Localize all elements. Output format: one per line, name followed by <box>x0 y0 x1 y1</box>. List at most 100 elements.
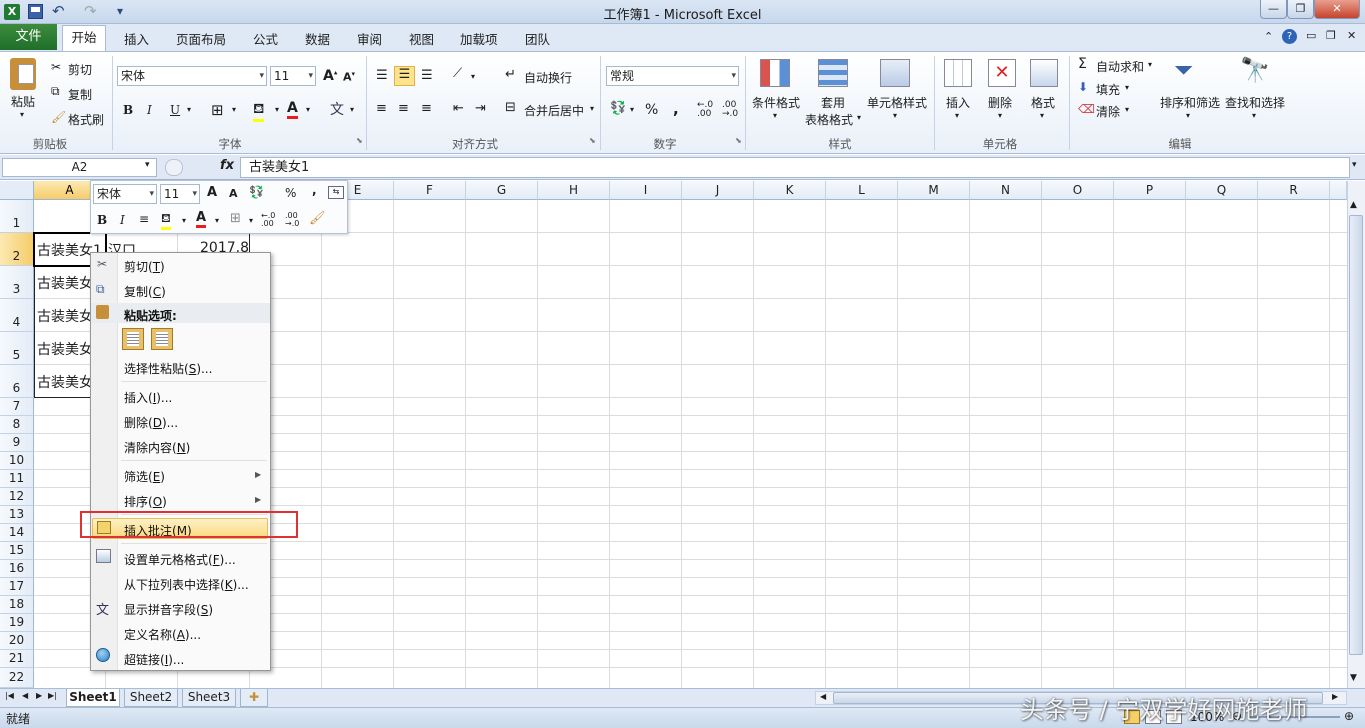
bold-button[interactable]: B <box>123 103 133 117</box>
mini-grow-font-icon[interactable]: A <box>207 185 217 200</box>
align-left-icon[interactable]: ≡ <box>376 101 387 116</box>
paste-values-icon[interactable] <box>151 328 173 350</box>
row-header-14[interactable]: 14 <box>0 524 34 542</box>
format-as-table-button-line1[interactable]: 套用 <box>821 94 845 111</box>
mini-fill-dropdown-icon[interactable]: ▾ <box>182 216 186 225</box>
row-header-13[interactable]: 13 <box>0 506 34 524</box>
column-header-g[interactable]: G <box>466 181 538 200</box>
sheet-nav-prev-icon[interactable]: ◀ <box>22 691 28 700</box>
orientation-dropdown-icon[interactable]: ▾ <box>471 72 475 81</box>
cut-button[interactable]: 剪切 <box>68 61 92 78</box>
name-box-dropdown-icon[interactable]: ▾ <box>145 160 150 170</box>
tab-team[interactable]: 团队 <box>525 29 550 48</box>
italic-button[interactable]: I <box>147 103 152 117</box>
mini-fill-color-icon[interactable]: ⛾ <box>161 211 171 230</box>
column-header-f[interactable]: F <box>394 181 466 200</box>
tab-page-layout[interactable]: 页面布局 <box>176 29 226 48</box>
sort-filter-dropdown-icon[interactable]: ▾ <box>1186 111 1190 120</box>
cell-a6[interactable]: 古装美女 <box>37 372 92 392</box>
menu-item-filter[interactable] <box>91 464 270 485</box>
mini-comma-button[interactable]: , <box>312 183 317 197</box>
mini-italic-button[interactable]: I <box>120 213 125 227</box>
tab-insert[interactable]: 插入 <box>124 29 149 48</box>
menu-item-cut[interactable] <box>91 255 270 276</box>
save-icon[interactable] <box>28 4 43 19</box>
delete-cells-button[interactable]: 删除 <box>988 94 1012 111</box>
autosum-button[interactable]: 自动求和 <box>1096 58 1144 75</box>
increase-indent-icon[interactable]: ⇥ <box>475 101 486 116</box>
insert-sheet-icon[interactable]: ✚ <box>240 689 268 707</box>
sort-filter-icon[interactable]: ⏷ <box>1174 56 1193 84</box>
doc-close-icon[interactable]: ✕ <box>1347 29 1356 42</box>
merge-center-button[interactable]: 合并后居中 <box>524 102 584 119</box>
hscroll-right-icon[interactable]: ▶ <box>1332 692 1338 701</box>
format-painter-icon[interactable]: 🖌 <box>51 110 66 124</box>
fill-button[interactable]: 填充 <box>1096 81 1120 98</box>
delete-cells-icon[interactable]: ✕ <box>988 59 1016 87</box>
autosum-icon[interactable]: Σ <box>1078 56 1087 72</box>
table-dropdown-icon[interactable]: ▾ <box>857 113 861 122</box>
sheet-nav-last-icon[interactable]: ▶| <box>48 691 57 700</box>
tab-home[interactable]: 开始 <box>62 25 106 52</box>
ribbon-collapse-icon[interactable]: ⌃ <box>1264 30 1273 43</box>
fill-color-dropdown-icon[interactable]: ▾ <box>275 105 279 114</box>
grow-font-icon[interactable]: A▴ <box>323 68 337 84</box>
insert-function-button[interactable]: fx <box>220 158 234 173</box>
row-header-2[interactable]: 2 <box>0 233 34 266</box>
scroll-up-icon[interactable]: ▲ <box>1350 200 1357 210</box>
sheet-tab-2[interactable]: Sheet2 <box>124 689 178 707</box>
row-header-16[interactable]: 16 <box>0 560 34 578</box>
insert-cells-button[interactable]: 插入 <box>946 94 970 111</box>
mini-bold-button[interactable]: B <box>97 213 107 227</box>
number-dialog-launcher-icon[interactable]: ⬊ <box>735 136 742 145</box>
row-header-18[interactable]: 18 <box>0 596 34 614</box>
column-header-m[interactable]: M <box>898 181 970 200</box>
increase-decimal-icon[interactable]: ←.0.00 <box>697 101 713 119</box>
phonetic-dropdown-icon[interactable]: ▾ <box>350 105 354 114</box>
name-box[interactable]: A2 <box>2 158 157 177</box>
delete-cells-dropdown-icon[interactable]: ▾ <box>998 111 1002 120</box>
row-header-22[interactable]: 22 <box>0 668 34 688</box>
comma-button[interactable]: , <box>673 100 679 118</box>
orientation-icon[interactable]: ⟋ <box>453 66 462 81</box>
help-icon[interactable]: ? <box>1282 29 1297 44</box>
cell-styles-dropdown-icon[interactable]: ▾ <box>893 111 897 120</box>
menu-item-delete[interactable] <box>91 410 270 431</box>
row-header-3[interactable]: 3 <box>0 266 34 299</box>
borders-icon[interactable]: ⊞ <box>211 101 224 119</box>
column-header-o[interactable]: O <box>1042 181 1114 200</box>
menu-item-insert[interactable] <box>91 385 270 406</box>
decrease-decimal-icon[interactable]: .00 →.0 <box>722 101 738 119</box>
undo-button[interactable]: ↶ <box>52 3 65 20</box>
row-header-21[interactable]: 21 <box>0 650 34 668</box>
scroll-thumb[interactable] <box>1349 215 1363 655</box>
column-header-k[interactable]: K <box>754 181 826 200</box>
insert-cells-icon[interactable] <box>944 59 972 87</box>
wrap-text-button[interactable]: 自动换行 <box>524 69 572 86</box>
align-center-icon[interactable]: ≡ <box>398 101 409 116</box>
underline-button[interactable]: U <box>170 103 180 117</box>
font-color-icon[interactable]: A <box>287 100 298 119</box>
row-header-7[interactable]: 7 <box>0 398 34 416</box>
tab-view[interactable]: 视图 <box>409 29 434 48</box>
borders-dropdown-icon[interactable]: ▾ <box>232 105 236 114</box>
mini-size-select[interactable]: 11 <box>160 184 200 204</box>
find-select-dropdown-icon[interactable]: ▾ <box>1252 111 1256 120</box>
sheet-nav-next-icon[interactable]: ▶ <box>36 691 42 700</box>
tab-formulas[interactable]: 公式 <box>253 29 278 48</box>
copy-button[interactable]: 复制 <box>68 86 92 103</box>
alignment-dialog-launcher-icon[interactable]: ⬊ <box>589 136 596 145</box>
sort-filter-button[interactable]: 排序和筛选 <box>1160 94 1220 111</box>
fill-icon[interactable]: ⬇ <box>1078 80 1088 94</box>
align-bottom-icon[interactable]: ☰ <box>421 68 433 83</box>
format-painter-button[interactable]: 格式刷 <box>68 111 104 128</box>
align-middle-icon[interactable]: ☰ <box>394 66 415 86</box>
row-header-17[interactable]: 17 <box>0 578 34 596</box>
mini-font-color-icon[interactable]: A <box>196 210 207 228</box>
wrap-text-icon[interactable]: ↵ <box>505 67 516 82</box>
sheet-tab-1[interactable]: Sheet1 <box>66 689 120 707</box>
insert-cells-dropdown-icon[interactable]: ▾ <box>955 111 959 120</box>
mini-decrease-decimal-icon[interactable]: .00 →.0 <box>285 212 299 228</box>
paste-button[interactable]: 粘贴 <box>11 93 35 110</box>
mini-font-color-dropdown-icon[interactable]: ▾ <box>215 216 219 225</box>
